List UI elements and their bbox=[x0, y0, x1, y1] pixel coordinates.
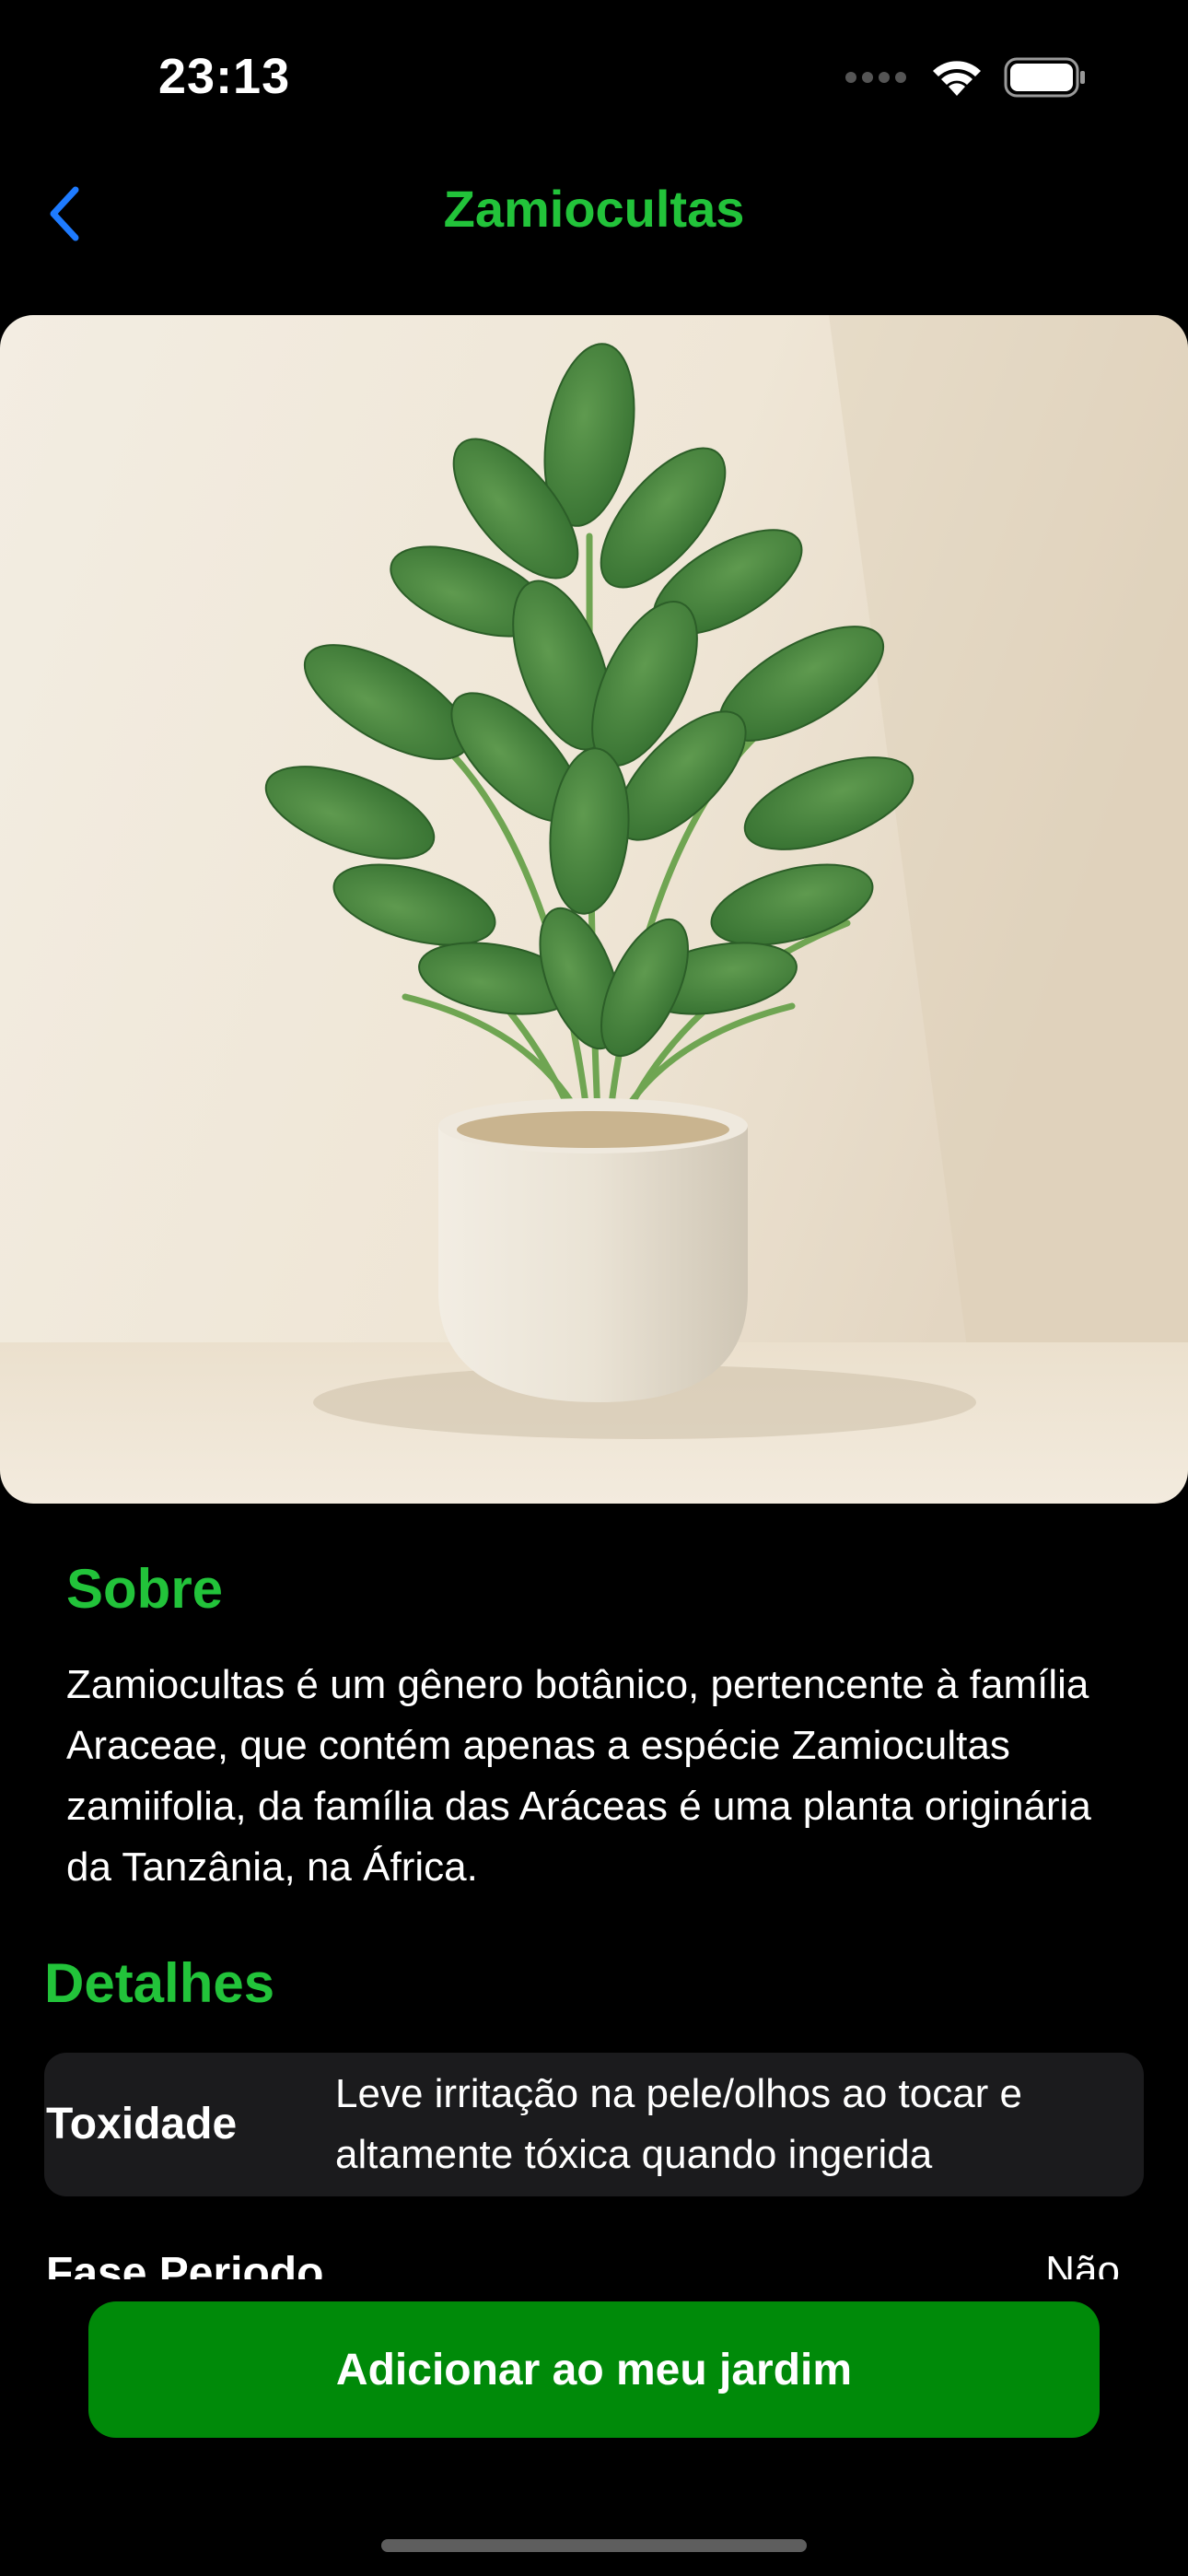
detail-value: Não bbox=[1045, 2248, 1120, 2279]
detail-row-toxicity: Toxidade Leve irritação na pele/olhos ao… bbox=[44, 2053, 1144, 2196]
detail-label: Fase Periodo bbox=[46, 2249, 324, 2279]
navigation-bar: Zamiocultas bbox=[0, 166, 1188, 258]
details-title: Detalhes bbox=[44, 1952, 275, 2014]
add-to-garden-button[interactable]: Adicionar ao meu jardim bbox=[88, 2301, 1100, 2438]
cellular-signal-icon bbox=[845, 70, 910, 89]
home-indicator bbox=[381, 2539, 807, 2552]
plant-photo bbox=[0, 315, 1188, 1504]
status-icons bbox=[845, 57, 1087, 102]
page-title: Zamiocultas bbox=[443, 180, 745, 238]
about-title: Sobre bbox=[66, 1558, 224, 1620]
detail-row-partial: Fase Periodo Não bbox=[0, 2248, 1188, 2279]
detail-value: Leve irritação na pele/olhos ao tocar e … bbox=[335, 2071, 1023, 2177]
status-bar: 23:13 bbox=[0, 0, 1188, 157]
status-time: 23:13 bbox=[158, 49, 291, 104]
wifi-icon bbox=[930, 57, 984, 102]
battery-icon bbox=[1004, 57, 1087, 102]
about-text: Zamiocultas é um gênero botânico, perten… bbox=[66, 1662, 1091, 1890]
detail-label: Toxidade bbox=[46, 2100, 238, 2149]
